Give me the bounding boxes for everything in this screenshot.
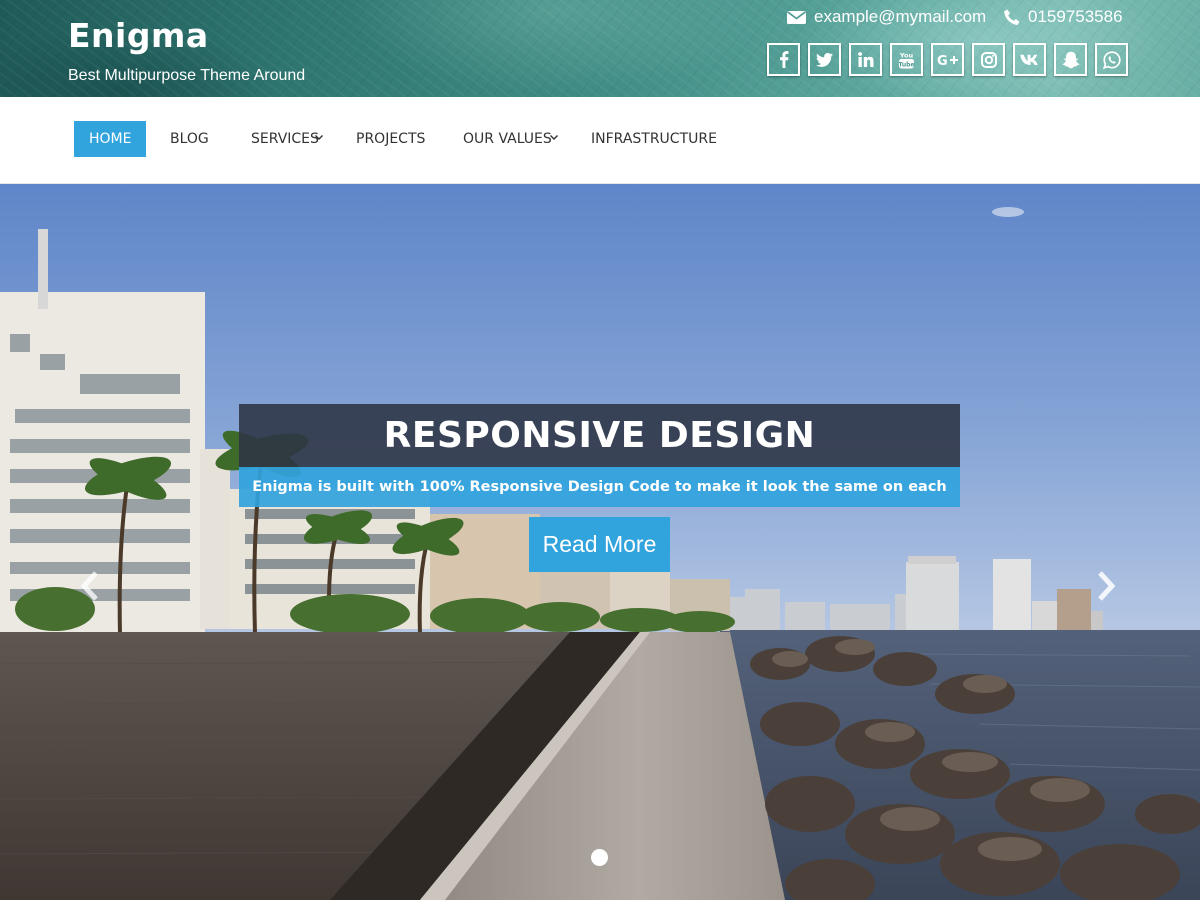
vk-link[interactable] <box>1013 43 1046 76</box>
facebook-icon <box>779 51 788 68</box>
slide-indicator-dot[interactable] <box>591 849 608 866</box>
google-plus-link[interactable]: G <box>931 43 964 76</box>
svg-text:You: You <box>899 51 914 59</box>
snapchat-link[interactable] <box>1054 43 1087 76</box>
instagram-link[interactable] <box>972 43 1005 76</box>
vk-icon <box>1019 54 1038 65</box>
nav-item-projects[interactable]: PROJECTS <box>356 121 425 157</box>
site-title[interactable]: Enigma <box>68 16 209 55</box>
twitter-link[interactable] <box>808 43 841 76</box>
contact-email-text: example@mymail.com <box>814 7 987 26</box>
whatsapp-icon <box>1102 50 1121 69</box>
slide-description: Enigma is built with 100% Responsive Des… <box>239 467 960 535</box>
svg-text:G: G <box>937 54 948 67</box>
contact-phone[interactable]: 0159753586 <box>1004 6 1123 28</box>
youtube-link[interactable]: You Tube <box>890 43 923 76</box>
facebook-link[interactable] <box>767 43 800 76</box>
linkedin-link[interactable] <box>849 43 882 76</box>
whatsapp-link[interactable] <box>1095 43 1128 76</box>
nav-item-blog-label: BLOG <box>170 131 209 147</box>
nav-item-services-label: SERVICES <box>251 131 319 147</box>
nav-item-infrastructure[interactable]: INFRASTRUCTURE <box>591 121 717 157</box>
phone-icon <box>1004 9 1020 25</box>
twitter-icon <box>816 52 833 67</box>
youtube-icon: You Tube <box>898 51 914 68</box>
site-tagline: Best Multipurpose Theme Around <box>68 67 306 84</box>
nav-item-blog[interactable]: BLOG <box>170 121 209 157</box>
hero-slider: RESPONSIVE DESIGN Enigma is built with 1… <box>0 184 1200 900</box>
linkedin-icon <box>857 52 873 67</box>
read-more-button[interactable]: Read More <box>529 517 670 572</box>
svg-text:Tube: Tube <box>898 61 914 68</box>
instagram-icon <box>980 51 997 68</box>
envelope-icon <box>787 10 806 24</box>
snapchat-icon <box>1062 51 1079 68</box>
nav-item-services[interactable]: SERVICES <box>251 121 323 157</box>
chevron-down-icon <box>315 135 323 140</box>
chevron-left-icon[interactable] <box>77 568 103 604</box>
nav-item-projects-label: PROJECTS <box>356 131 426 147</box>
google-plus-icon: G <box>937 54 958 67</box>
contact-phone-text: 0159753586 <box>1028 7 1123 26</box>
nav-item-our-values-label: OUR VALUES <box>463 131 552 147</box>
slide-title: RESPONSIVE DESIGN <box>239 404 960 467</box>
nav-item-home-label: HOME <box>89 131 132 147</box>
site-header: Enigma Best Multipurpose Theme Around ex… <box>0 0 1200 97</box>
chevron-right-icon[interactable] <box>1093 568 1119 604</box>
main-navigation: HOME BLOG SERVICES PROJECTS OUR VALUES I… <box>0 97 1200 184</box>
chevron-down-icon <box>550 135 558 140</box>
nav-item-infrastructure-label: INFRASTRUCTURE <box>591 131 717 147</box>
social-links: You Tube G <box>767 43 1128 76</box>
nav-item-home[interactable]: HOME <box>74 121 147 157</box>
nav-item-our-values[interactable]: OUR VALUES <box>463 121 558 157</box>
contact-email[interactable]: example@mymail.com <box>787 6 986 28</box>
